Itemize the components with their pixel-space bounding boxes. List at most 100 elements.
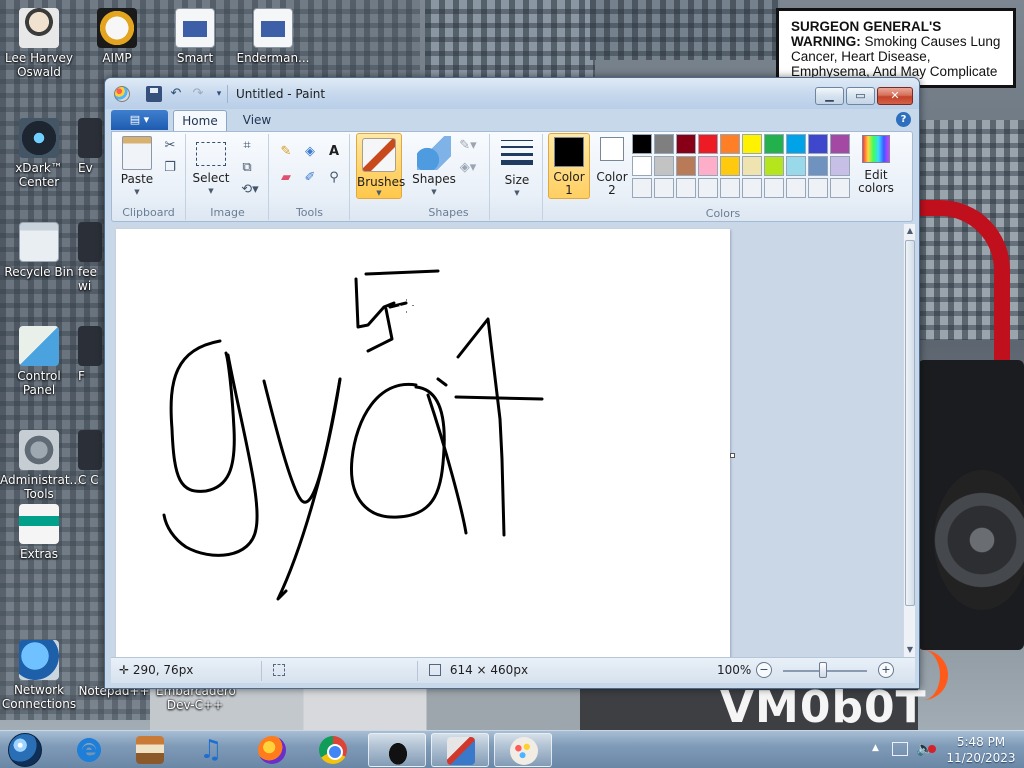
start-button[interactable] [4, 731, 48, 768]
fill-bucket-icon[interactable]: ◈ [300, 142, 320, 162]
taskbar-chrome[interactable] [304, 733, 362, 767]
desktop-icon-extras[interactable]: Extras [0, 504, 78, 561]
palette-swatch[interactable] [764, 156, 784, 176]
palette-swatch[interactable] [632, 178, 652, 198]
color1-button[interactable]: Color 1 [548, 133, 590, 199]
palette-swatch[interactable] [632, 156, 652, 176]
taskbar-firefox[interactable] [243, 733, 301, 767]
outline-icon[interactable]: ✎▾ [458, 136, 478, 156]
desktop-icon-c[interactable]: C C [78, 430, 102, 487]
palette-swatch[interactable] [808, 156, 828, 176]
palette-swatch[interactable] [742, 134, 762, 154]
rotate-icon[interactable]: ⟲▾ [237, 180, 263, 200]
clock[interactable]: 5:48 PM 11/20/2023 [944, 734, 1018, 766]
fill-icon[interactable]: ◈▾ [458, 158, 478, 178]
palette-swatch[interactable] [698, 134, 718, 154]
palette-swatch[interactable] [742, 178, 762, 198]
tab-home[interactable]: Home [173, 110, 227, 131]
maximize-button[interactable]: ▭ [846, 87, 875, 105]
edit-colors-button[interactable]: Edit colors [854, 135, 898, 195]
palette-swatch[interactable] [676, 178, 696, 198]
desktop-icon-recycle-bin[interactable]: Recycle Bin [0, 222, 78, 279]
resize-icon[interactable]: ⧉ [237, 158, 257, 178]
taskbar-paint[interactable] [494, 733, 552, 767]
palette-swatch[interactable] [720, 178, 740, 198]
text-icon[interactable]: A [324, 142, 344, 162]
minimize-button[interactable]: ▁ [815, 87, 844, 105]
redo-icon[interactable]: ↷ [190, 86, 206, 102]
file-menu-tab[interactable]: ▤ ▾ [111, 110, 168, 130]
desktop-icon-aimp[interactable]: AIMP [78, 8, 156, 65]
palette-swatch[interactable] [764, 134, 784, 154]
taskbar-music[interactable]: ♫ [182, 733, 240, 767]
palette-swatch[interactable] [786, 156, 806, 176]
palette-swatch[interactable] [676, 134, 696, 154]
vertical-scrollbar[interactable]: ▲ ▼ [903, 224, 915, 657]
tab-view[interactable]: View [235, 110, 279, 131]
brushes-button[interactable]: Brushes ▼ [356, 133, 405, 199]
palette-swatch[interactable] [786, 134, 806, 154]
desktop-icon-ev[interactable]: Ev [78, 118, 102, 175]
eraser-icon[interactable]: ▰ [276, 168, 296, 188]
undo-icon[interactable]: ↶ [168, 86, 184, 102]
palette-swatch[interactable] [742, 156, 762, 176]
desktop-icon-control-panel[interactable]: Control Panel [0, 326, 78, 397]
desktop-icon-lee-harvey-oswald[interactable]: Lee Harvey Oswald [0, 8, 78, 79]
taskbar-internet-explorer[interactable]: e [60, 733, 118, 767]
paste-button[interactable]: Paste ▼ [118, 136, 156, 199]
scroll-up-icon[interactable]: ▲ [904, 224, 916, 238]
size-button[interactable]: Size ▼ [499, 136, 535, 200]
palette-swatch[interactable] [808, 178, 828, 198]
palette-swatch[interactable] [720, 156, 740, 176]
paint-app-icon[interactable] [114, 86, 130, 102]
palette-swatch[interactable] [632, 134, 652, 154]
desktop-icon-xdark-center[interactable]: xDark™ Center [0, 118, 78, 189]
desktop-icon-smart[interactable]: Smart [156, 8, 234, 65]
desktop-icon-fee[interactable]: fee wi [78, 222, 102, 293]
palette-swatch[interactable] [676, 156, 696, 176]
action-center-flag-icon[interactable] [892, 742, 908, 756]
zoom-out-button[interactable]: − [756, 662, 772, 678]
copy-icon[interactable]: ❐ [160, 158, 180, 178]
scrollbar-thumb[interactable] [905, 240, 915, 606]
desktop-icon-enderman[interactable]: Enderman... [234, 8, 312, 65]
zoom-in-button[interactable]: + [878, 662, 894, 678]
magnifier-icon[interactable]: ⚲ [324, 168, 344, 188]
palette-swatch[interactable] [830, 178, 850, 198]
palette-swatch[interactable] [830, 156, 850, 176]
palette-swatch[interactable] [654, 156, 674, 176]
admin-tools-icon [19, 430, 59, 470]
color-picker-icon[interactable]: ✐ [300, 168, 320, 188]
title-bar[interactable]: ↶ ↷ ▾ Untitled - Paint ▁ ▭ ✕ [105, 78, 919, 109]
palette-swatch[interactable] [698, 156, 718, 176]
canvas-resize-handle[interactable] [730, 453, 735, 458]
help-icon[interactable]: ? [896, 112, 911, 127]
palette-swatch[interactable] [786, 178, 806, 198]
taskbar-hat-app[interactable] [368, 733, 426, 767]
palette-swatch[interactable] [654, 178, 674, 198]
close-button[interactable]: ✕ [877, 87, 913, 105]
desktop-icon-administrative-tools[interactable]: Administrat... Tools [0, 430, 81, 501]
pencil-icon[interactable]: ✎ [276, 142, 296, 162]
crop-icon[interactable]: ⌗ [237, 136, 257, 156]
scroll-down-icon[interactable]: ▼ [904, 643, 916, 657]
shapes-button[interactable]: Shapes ▼ [412, 136, 456, 199]
palette-swatch[interactable] [808, 134, 828, 154]
palette-swatch[interactable] [720, 134, 740, 154]
palette-swatch[interactable] [764, 178, 784, 198]
select-button[interactable]: Select ▼ [191, 136, 231, 198]
drawing-canvas[interactable] [116, 229, 730, 657]
desktop-icon-network-connections[interactable]: Network Connections [0, 640, 78, 711]
palette-swatch[interactable] [654, 134, 674, 154]
color2-button[interactable]: Color 2 [592, 135, 632, 197]
cut-icon[interactable]: ✂ [160, 136, 180, 156]
desktop-icon-f[interactable]: F [78, 326, 102, 383]
palette-swatch[interactable] [698, 178, 718, 198]
taskbar-library[interactable] [121, 733, 179, 767]
palette-swatch[interactable] [830, 134, 850, 154]
customize-quick-access-icon[interactable]: ▾ [211, 86, 227, 102]
save-icon[interactable] [146, 86, 162, 102]
show-hidden-icons-icon[interactable]: ▲ [872, 743, 879, 753]
taskbar-tools[interactable] [431, 733, 489, 767]
zoom-slider-thumb[interactable] [819, 662, 827, 678]
